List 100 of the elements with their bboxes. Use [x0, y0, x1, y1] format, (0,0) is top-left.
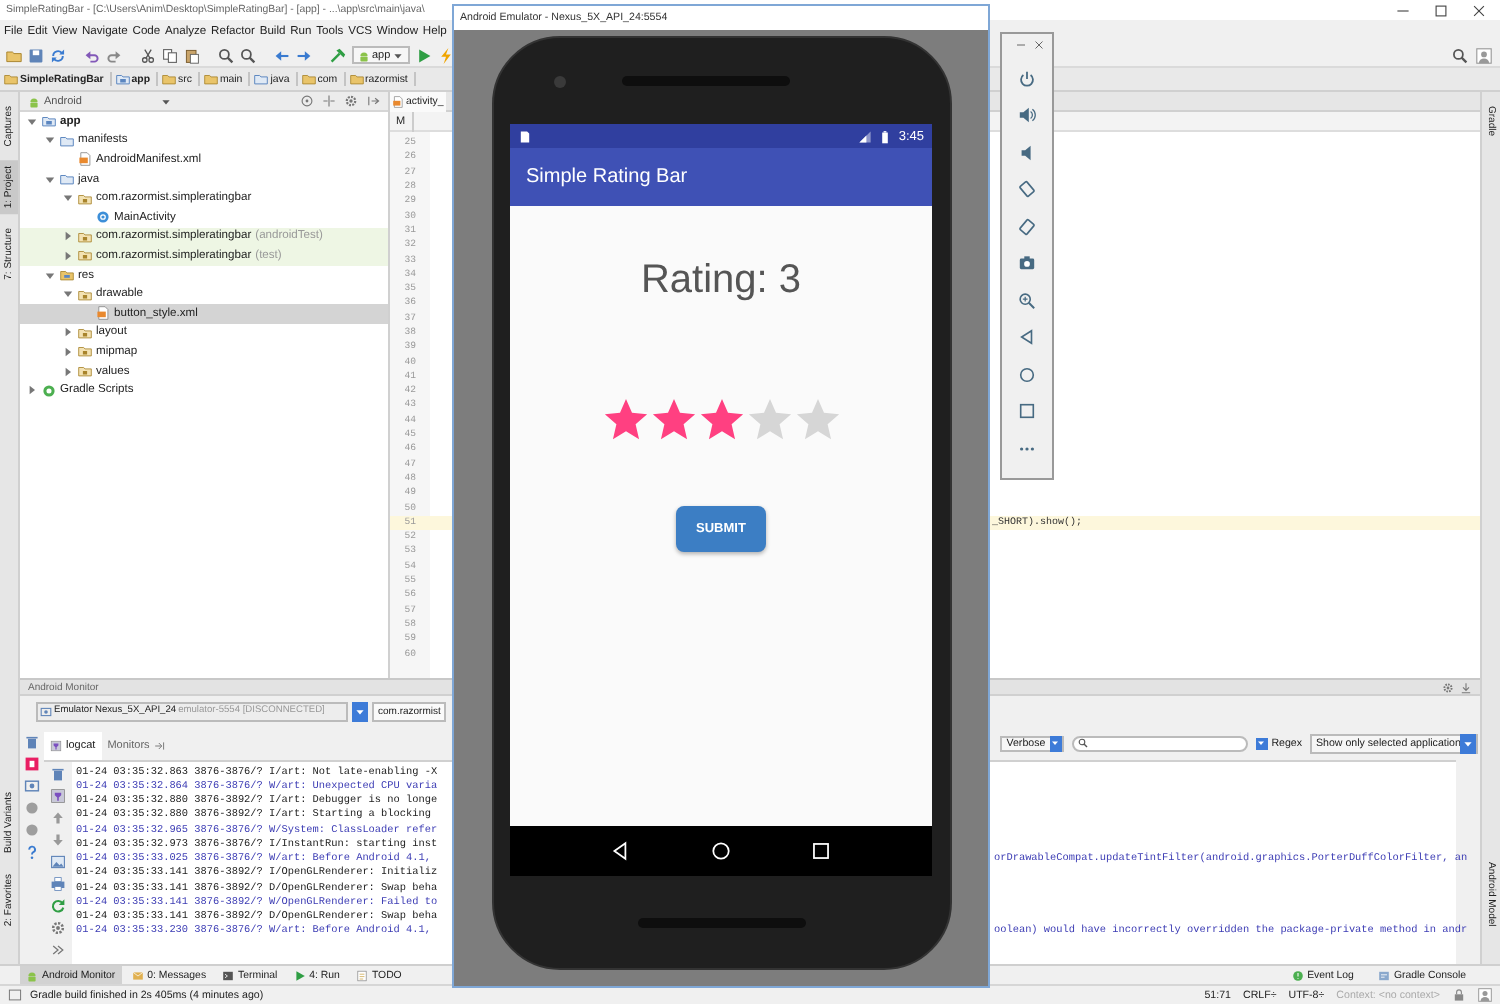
close-icon[interactable]	[1472, 3, 1486, 17]
rating-text: Rating: 3	[640, 258, 802, 304]
caret-icon	[392, 49, 405, 61]
paste-icon[interactable]	[184, 47, 200, 63]
expanded-arrow-icon[interactable]	[44, 134, 56, 147]
panel-toggle-icon[interactable]	[8, 988, 22, 1002]
phone-icon	[40, 705, 52, 717]
collapsed-arrow-icon[interactable]	[26, 384, 38, 397]
collapsed-arrow-icon[interactable]	[62, 326, 74, 339]
back-arrow-icon[interactable]	[274, 47, 290, 63]
search-icon[interactable]	[1452, 47, 1468, 63]
zoom-icon[interactable]	[1018, 291, 1036, 309]
redo-icon[interactable]	[106, 47, 122, 63]
volume-up-icon[interactable]	[1018, 106, 1036, 124]
run-icon	[293, 969, 306, 981]
sync-icon[interactable]	[50, 47, 66, 63]
log-icon	[50, 740, 62, 752]
copy-icon[interactable]	[162, 47, 178, 63]
caret-icon	[1050, 738, 1061, 748]
event-icon	[1291, 969, 1304, 981]
volume-down-icon[interactable]	[1018, 143, 1036, 161]
collapsed-arrow-icon[interactable]	[62, 365, 74, 378]
folder-icon	[78, 364, 92, 379]
pin-icon	[153, 740, 166, 752]
down-arrow-icon[interactable]	[50, 832, 66, 848]
expanded-arrow-icon[interactable]	[62, 288, 74, 301]
restart-icon[interactable]	[50, 898, 66, 914]
gear-icon[interactable]	[344, 94, 358, 108]
folder-icon	[78, 325, 92, 340]
terminal-icon	[222, 969, 235, 981]
class-icon	[96, 210, 110, 225]
user-icon[interactable]	[1478, 988, 1492, 1002]
rotate-right-icon[interactable]	[1018, 217, 1036, 235]
recents-icon[interactable]	[810, 840, 833, 862]
rating-bar[interactable]	[601, 396, 841, 444]
caret-icon	[1462, 737, 1475, 749]
overview-icon[interactable]	[1018, 402, 1036, 420]
collapsed-arrow-icon[interactable]	[62, 230, 74, 243]
star-icon	[697, 396, 745, 444]
hammer-icon[interactable]	[330, 47, 346, 63]
download-icon[interactable]	[1460, 681, 1472, 693]
folder-icon	[42, 114, 56, 129]
camera-icon[interactable]	[1018, 254, 1036, 272]
expanded-arrow-icon[interactable]	[44, 173, 56, 186]
battery-icon	[878, 129, 893, 143]
scissors-icon[interactable]	[140, 47, 156, 63]
star-icon	[793, 396, 841, 444]
filter-icon[interactable]	[50, 788, 66, 804]
lock-icon[interactable]	[1452, 988, 1466, 1002]
printer-icon[interactable]	[50, 876, 66, 892]
search-icon[interactable]	[218, 47, 234, 63]
folder-icon	[60, 133, 74, 148]
signal-icon	[858, 129, 873, 143]
maximize-icon[interactable]	[1434, 3, 1448, 17]
more-icon[interactable]	[50, 942, 66, 958]
app-title: Simple Rating Bar	[526, 166, 688, 188]
file-icon	[78, 152, 92, 167]
folder-icon	[78, 344, 92, 359]
search-icon	[1077, 738, 1088, 748]
close-icon[interactable]	[1034, 40, 1044, 50]
expanded-arrow-icon[interactable]	[62, 192, 74, 205]
folder-icon	[78, 248, 92, 263]
expanded-arrow-icon[interactable]	[44, 269, 56, 282]
collapsed-arrow-icon[interactable]	[62, 345, 74, 358]
back-icon[interactable]	[609, 840, 632, 862]
trash-icon[interactable]	[24, 734, 40, 750]
android-icon	[26, 969, 38, 981]
folder-icon	[78, 229, 92, 244]
undo-icon[interactable]	[84, 47, 100, 63]
trash-icon[interactable]	[50, 766, 66, 782]
search-field[interactable]	[1071, 735, 1248, 751]
messages-icon	[131, 969, 144, 981]
screenshot-icon[interactable]	[24, 778, 40, 794]
gear-icon[interactable]	[1442, 681, 1454, 693]
collapse-icon[interactable]	[366, 94, 380, 108]
gradle-icon	[42, 383, 56, 398]
star-icon	[601, 396, 649, 444]
folder-icon	[349, 72, 364, 86]
stop-icon[interactable]	[24, 756, 40, 772]
power-icon[interactable]	[1018, 69, 1036, 87]
search-icon[interactable]	[240, 47, 256, 63]
save-icon[interactable]	[28, 47, 44, 63]
up-arrow-icon[interactable]	[50, 810, 66, 826]
rotate-left-icon[interactable]	[1018, 180, 1036, 198]
todo-icon	[355, 969, 368, 981]
caret-icon	[354, 705, 366, 717]
target-icon[interactable]	[300, 94, 314, 108]
minimize-icon[interactable]	[1016, 40, 1026, 50]
dropdown-button[interactable]	[352, 701, 368, 721]
gear-icon[interactable]	[50, 920, 66, 936]
user-icon[interactable]	[1476, 47, 1492, 63]
star-icon	[649, 396, 697, 444]
collapsed-arrow-icon[interactable]	[62, 249, 74, 262]
help-icon[interactable]	[24, 844, 40, 860]
file-icon	[96, 306, 110, 321]
folder-icon	[162, 72, 177, 86]
picture-icon[interactable]	[50, 854, 66, 870]
expanded-arrow-icon[interactable]	[26, 115, 38, 128]
console-icon	[1377, 969, 1390, 981]
forward-arrow-icon[interactable]	[296, 47, 312, 63]
